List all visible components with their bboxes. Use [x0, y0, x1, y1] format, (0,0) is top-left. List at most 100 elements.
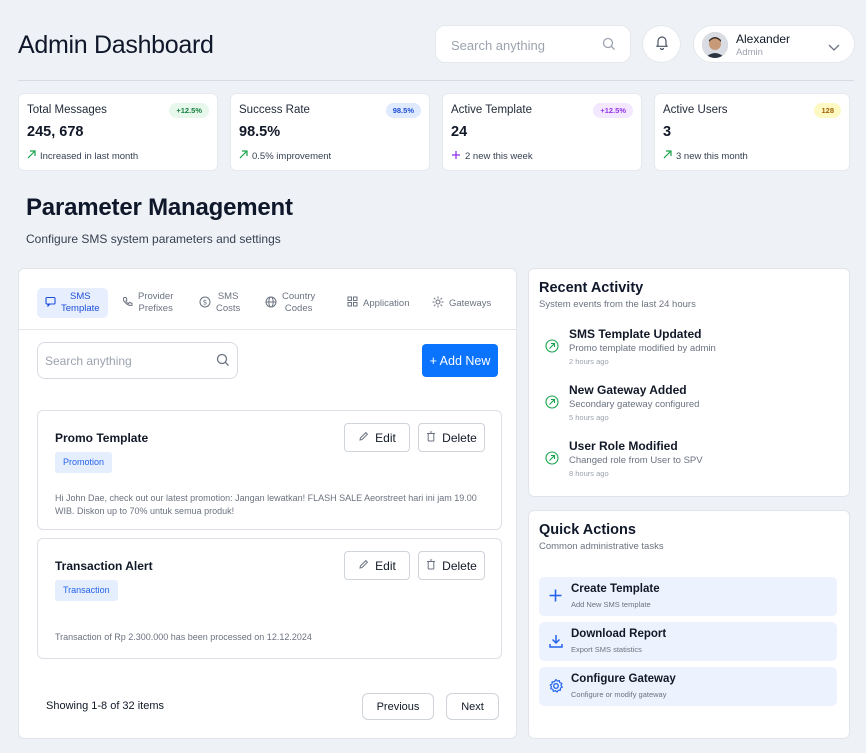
tab-label-line2: Prefixes: [138, 303, 173, 314]
stat-label: Active Template: [451, 104, 532, 116]
quick-action-description: Add New SMS template: [571, 600, 651, 609]
pagination-summary: Showing 1-8 of 32 items: [46, 700, 165, 712]
stat-value: 245, 678: [27, 124, 84, 140]
activity-time: 5 hours ago: [569, 413, 609, 422]
section-title: Parameter Management: [26, 194, 293, 221]
stat-caption-text: Increased in last month: [40, 150, 139, 162]
stat-card: Active Template +12.5% 24 2 new this wee…: [442, 93, 642, 171]
activity-item: New Gateway Added Secondary gateway conf…: [545, 383, 835, 427]
tab-bar: SMS Template Provider Prefixes $ SMS Costs Coun…: [19, 269, 516, 330]
stat-card: Active Users 128 3 3 new this month: [654, 93, 850, 171]
previous-button[interactable]: Previous: [362, 693, 434, 720]
stat-value: 3: [663, 124, 672, 140]
recent-activity-panel: Recent Activity System events from the l…: [528, 268, 850, 497]
grid-icon: [347, 296, 358, 310]
tab-label-line1: Provider: [138, 291, 174, 302]
activity-icon: [545, 395, 559, 414]
quick-action-title: Create Template: [571, 583, 660, 595]
quick-action-title: Download Report: [571, 628, 667, 640]
stat-badge: +12.5%: [169, 103, 209, 118]
search-placeholder: Search anything: [45, 354, 132, 368]
section-subtitle: Configure SMS system parameters and sett…: [26, 232, 281, 246]
header-divider: [18, 80, 854, 81]
delete-label: Delete: [442, 430, 477, 445]
settings-icon: [548, 678, 564, 699]
avatar: [702, 32, 728, 58]
search-icon: [602, 37, 616, 56]
template-search-input[interactable]: Search anything: [37, 342, 238, 379]
tab-gateways[interactable]: Gateways: [432, 288, 491, 318]
bell-icon: [654, 34, 670, 55]
activity-time: 2 hours ago: [569, 357, 609, 366]
quick-action-configure-gateway[interactable]: Configure Gateway Configure or modify ga…: [539, 667, 837, 706]
top-search-input[interactable]: Search anything: [435, 25, 631, 63]
edit-label: Edit: [375, 558, 396, 573]
recent-activity-title: Recent Activity: [539, 280, 644, 296]
parameter-panel: SMS Template Provider Prefixes $ SMS Costs Coun…: [18, 268, 517, 739]
stat-badge: 128: [814, 103, 841, 118]
notifications-button[interactable]: [642, 25, 681, 63]
stat-caption: Increased in last month: [27, 150, 138, 162]
template-card: Transaction Alert Edit Delete Transactio…: [37, 538, 502, 659]
edit-button[interactable]: Edit: [344, 423, 410, 452]
template-tag: Promotion: [55, 452, 113, 473]
stat-card: Total Messages +12.5% 245, 678 Increased…: [18, 93, 218, 171]
download-icon: [548, 633, 564, 654]
stat-value: 98.5%: [239, 124, 281, 140]
next-button[interactable]: Next: [446, 693, 499, 720]
stat-card: Success Rate 98.5% 98.5% 0.5% improvemen…: [230, 93, 430, 171]
quick-action-title: Configure Gateway: [571, 673, 676, 685]
quick-actions-panel: Quick Actions Common administrative task…: [528, 510, 850, 739]
plus-icon: [451, 150, 461, 163]
stat-badge: 98.5%: [385, 103, 421, 118]
chevron-down-icon: [828, 39, 840, 57]
tab-application[interactable]: Application: [347, 288, 409, 318]
user-menu[interactable]: Alexander Admin: [693, 25, 855, 63]
message-icon: [45, 296, 56, 310]
tab-sms-costs[interactable]: $ SMS Costs: [199, 288, 240, 318]
tab-label: Gateways: [449, 297, 492, 309]
stat-label: Success Rate: [239, 104, 310, 116]
gateway-icon: [432, 296, 444, 311]
tab-sms-template[interactable]: SMS Template: [37, 288, 108, 318]
search-icon: [216, 353, 230, 372]
stat-caption: 3 new this month: [663, 150, 748, 162]
phone-icon: [122, 296, 133, 310]
trend-up-icon: [239, 150, 248, 162]
edit-label: Edit: [375, 430, 396, 445]
tab-country-codes[interactable]: Country Codes: [265, 288, 315, 318]
svg-text:$: $: [203, 298, 207, 306]
delete-button[interactable]: Delete: [418, 551, 485, 580]
stat-caption-text: 0.5% improvement: [252, 150, 332, 162]
recent-activity-subtitle: System events from the last 24 hours: [539, 299, 696, 310]
stat-label: Active Users: [663, 104, 728, 116]
quick-action-download-report[interactable]: Download Report Export SMS statistics: [539, 622, 837, 661]
stat-badge: +12.5%: [593, 103, 633, 118]
activity-item: User Role Modified Changed role from Use…: [545, 439, 835, 483]
edit-button[interactable]: Edit: [344, 551, 410, 580]
trash-icon: [426, 559, 436, 573]
tab-label-line1: Country: [282, 291, 316, 302]
activity-icon: [545, 451, 559, 470]
pencil-icon: [358, 559, 369, 573]
pencil-icon: [358, 431, 369, 445]
tab-label-line2: Template: [61, 303, 100, 314]
activity-title: New Gateway Added: [569, 383, 687, 397]
add-new-button[interactable]: + Add New: [422, 344, 498, 377]
quick-actions-subtitle: Common administrative tasks: [539, 541, 664, 552]
search-placeholder: Search anything: [451, 38, 545, 53]
activity-description: Changed role from User to SPV: [569, 455, 703, 466]
delete-button[interactable]: Delete: [418, 423, 485, 452]
tab-label: Application: [363, 297, 410, 309]
template-card: Promo Template Edit Delete Promotion Hi …: [37, 410, 502, 530]
activity-description: Secondary gateway configured: [569, 399, 700, 410]
tab-provider-prefixes[interactable]: Provider Prefixes: [122, 288, 173, 318]
quick-action-create-template[interactable]: Create Template Add New SMS template: [539, 577, 837, 616]
activity-time: 8 hours ago: [569, 469, 609, 478]
stat-caption: 2 new this week: [451, 150, 533, 163]
template-body: Transaction of Rp 2.300.000 has been pro…: [55, 632, 312, 642]
trend-up-icon: [27, 150, 36, 162]
tab-label-line2: Codes: [284, 303, 313, 314]
quick-actions-title: Quick Actions: [539, 522, 636, 538]
plus-icon: [548, 588, 563, 608]
